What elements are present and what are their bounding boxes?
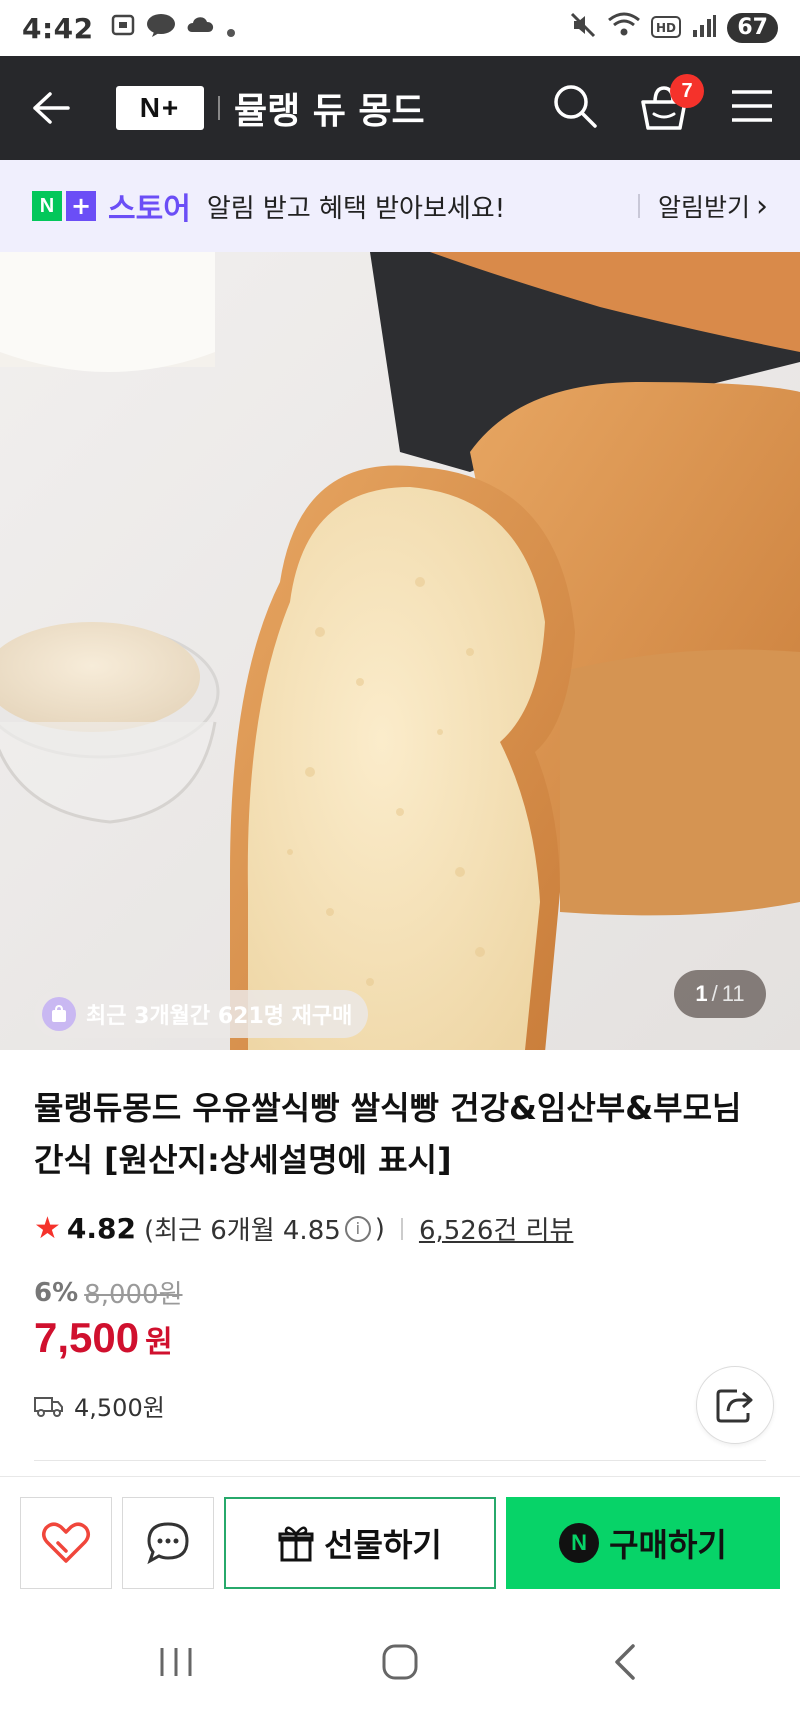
store-header: N+ 뮬랭 듀 몽드 7 [0,56,800,160]
shopping-bag-icon [42,997,76,1031]
mute-icon [569,11,597,46]
price-unit: 원 [145,1325,173,1360]
logo-divider [218,96,220,120]
gift-label: 선물하기 [324,1526,442,1564]
share-icon [716,1389,753,1423]
like-button[interactable] [20,1497,112,1589]
notify-message: 알림 받고 혜택 받아보세요! [206,193,506,224]
buy-button[interactable]: N 구매하기 [506,1497,780,1589]
price-row: 7,500 원 [34,1314,173,1362]
discount-percent: 6% [34,1277,79,1308]
talktalk-button[interactable] [122,1497,214,1589]
star-icon: ★ [34,1211,61,1246]
system-back-icon [615,1644,635,1680]
product-title: 뮬랭듀몽드 우유쌀식빵 쌀식빵 건강&임산부&부모님 간식 [원산지:상세설명에… [34,1089,742,1179]
naver-plus-logo[interactable]: N+ [116,86,204,130]
store-name[interactable]: 뮬랭 듀 몽드 [234,82,425,134]
status-bar: 4:42 HD 67 [0,0,800,56]
status-right-icons: HD 67 [569,11,778,46]
dot-icon [226,12,236,45]
header-actions: 7 [552,74,774,134]
sale-price: 7,500 [34,1314,140,1361]
screenshot-icon [110,12,136,45]
home-icon [382,1644,418,1680]
heart-icon [42,1522,90,1563]
chat-icon [147,1522,189,1565]
home-button[interactable] [370,1632,430,1692]
battery-indicator: 67 [727,13,778,43]
shipping-info: 4,500원 [34,1388,165,1423]
recent-apps-button[interactable] [146,1632,206,1692]
hd-icon: HD [651,12,682,45]
repurchase-badge: 최근 3개월간 621명 재구매 [34,990,369,1038]
rating-score: 4.82 [66,1212,136,1245]
status-time: 4:42 [22,11,94,45]
notification-banner[interactable]: N + 스토어 알림 받고 혜택 받아보세요! 알림받기 › [0,160,800,252]
image-counter-sep: / [711,981,718,1006]
back-arrow-icon [33,92,70,124]
menu-button[interactable] [730,88,774,128]
status-left-icons [110,12,236,45]
delivery-truck-icon [34,1396,63,1417]
nplus-plus-mark: + [66,191,96,221]
rating-row: ★ 4.82 (최근 6개월 4.85 i ) 6,526건 리뷰 [34,1210,573,1247]
recent-rating-prefix: (최근 6개월 4.85 [144,1216,341,1246]
notify-subscribe-button[interactable]: 알림받기 › [637,188,768,224]
buy-label: 구매하기 [609,1526,727,1564]
notify-divider [637,194,640,218]
info-icon[interactable]: i [344,1215,371,1242]
product-photo [0,252,800,1050]
chevron-right-icon: › [756,188,768,224]
nplus-n-mark: N [32,191,62,221]
product-page: 4:42 HD 67 N+ 뮬랭 듀 몽드 7 N + 스토어 알림 받고 혜택… [0,0,800,1716]
naverpay-n-icon: N [559,1523,600,1563]
system-back-button[interactable] [596,1632,656,1692]
recent-apps-icon [160,1648,192,1676]
svg-text:HD: HD [656,21,676,35]
notify-action-label: 알림받기 [657,193,750,222]
cart-button[interactable]: 7 [638,74,704,134]
signal-icon [691,12,717,45]
review-count-link[interactable]: 6,526건 리뷰 [419,1210,573,1247]
gift-button[interactable]: 선물하기 [224,1497,496,1589]
search-icon [554,85,597,128]
discount-row: 6% 8,000원 [34,1274,183,1311]
gift-icon [278,1526,314,1562]
cart-count-badge: 7 [670,74,704,108]
original-price: 8,000원 [84,1280,183,1310]
shipping-fee: 4,500원 [74,1394,165,1422]
repurchase-text: 최근 3개월간 621명 재구매 [86,1004,353,1029]
system-navigation-bar [0,1608,800,1716]
image-counter: 1 / 11 [674,970,766,1018]
section-divider [34,1460,766,1461]
product-image-carousel[interactable] [0,252,800,1050]
rating-divider [400,1217,403,1240]
bottom-action-bar: 선물하기 N 구매하기 [0,1476,800,1592]
share-button[interactable] [696,1366,774,1444]
search-button[interactable] [552,83,598,133]
hamburger-menu-icon [732,90,772,122]
cloud-icon [186,12,216,45]
nplus-store-text: 스토어 [108,192,191,227]
image-counter-current: 1 [695,981,708,1006]
back-button[interactable] [26,84,74,132]
wifi-icon [607,11,641,46]
kakaotalk-icon [146,12,176,45]
image-counter-total: 11 [721,981,745,1006]
nplus-store-logo: N + 스토어 [32,184,191,228]
recent-rating-suffix: ) [374,1213,385,1244]
